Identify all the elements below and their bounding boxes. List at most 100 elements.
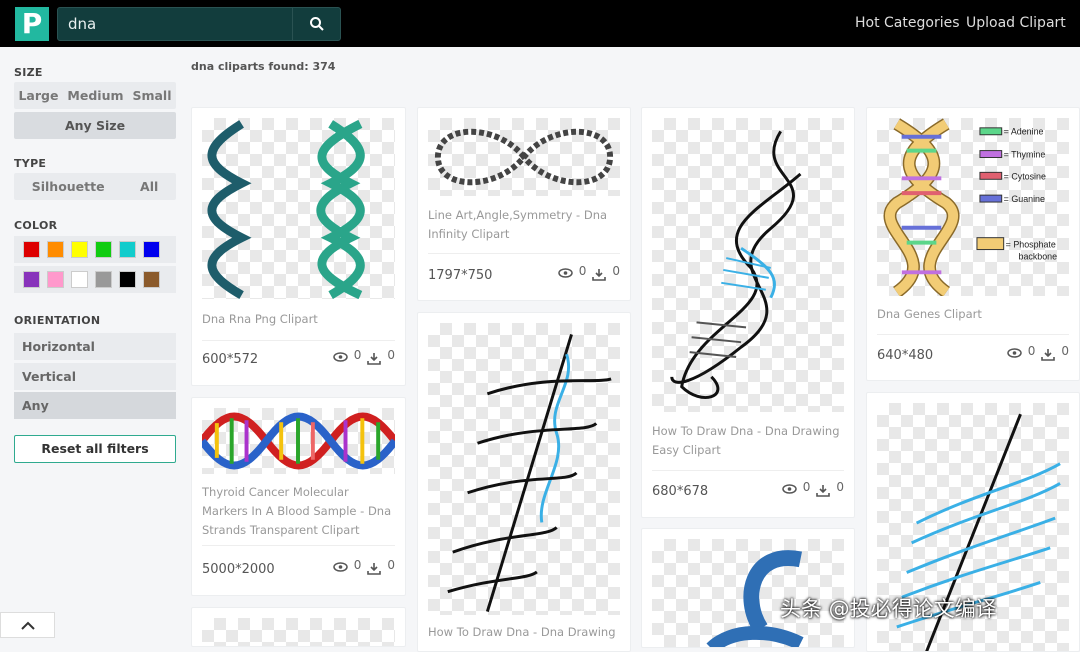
clipart-card[interactable]: Thyroid Cancer Molecular Markers In A Bl… bbox=[191, 397, 406, 596]
color-swatch[interactable] bbox=[143, 271, 160, 288]
color-swatch[interactable] bbox=[23, 241, 40, 258]
search-box bbox=[57, 7, 341, 41]
clipart-meta: 600*572 0 0 bbox=[202, 348, 395, 367]
clipart-card[interactable] bbox=[641, 528, 855, 648]
clipart-title[interactable]: Dna Rna Png Clipart bbox=[202, 310, 395, 329]
color-label: COLOR bbox=[14, 219, 58, 232]
clipart-title[interactable]: Dna Genes Clipart bbox=[877, 305, 1069, 324]
eye-icon bbox=[781, 484, 797, 494]
download-icon[interactable] bbox=[367, 352, 382, 365]
clipart-dimensions: 680*678 bbox=[652, 484, 709, 499]
search-button[interactable] bbox=[292, 8, 340, 40]
view-count: 0 bbox=[802, 480, 811, 494]
chevron-up-icon bbox=[20, 621, 35, 630]
color-swatch[interactable] bbox=[119, 241, 136, 258]
download-icon[interactable] bbox=[367, 562, 382, 575]
type-label: TYPE bbox=[14, 157, 47, 170]
orientation-any[interactable]: Any bbox=[14, 392, 176, 419]
view-count: 0 bbox=[1027, 344, 1036, 358]
clipart-dimensions: 5000*2000 bbox=[202, 562, 275, 577]
scroll-up-button[interactable] bbox=[0, 612, 55, 638]
size-options: Large Medium Small bbox=[14, 82, 176, 109]
color-row-2 bbox=[14, 266, 176, 293]
legend-backbone: backbone bbox=[1019, 251, 1058, 261]
size-any[interactable]: Any Size bbox=[14, 112, 176, 139]
watermark: 头条 @投必得论文编译 bbox=[780, 597, 997, 621]
search-icon bbox=[309, 17, 324, 31]
view-count: 0 bbox=[353, 348, 362, 362]
nav-upload-clipart[interactable]: Upload Clipart bbox=[966, 15, 1066, 31]
legend-phosphate: = Phosphate bbox=[1006, 240, 1056, 250]
type-options: Silhouette All bbox=[14, 173, 176, 200]
clipart-image[interactable]: = Adenine = Thymine = Cytosine = Guanine = P… bbox=[877, 118, 1069, 298]
clipart-card[interactable] bbox=[191, 607, 406, 647]
download-count: 0 bbox=[1061, 344, 1069, 358]
site-logo[interactable]: P bbox=[15, 7, 49, 41]
clipart-meta: 640*480 0 0 bbox=[877, 344, 1069, 363]
color-swatch[interactable] bbox=[95, 271, 112, 288]
eye-icon bbox=[557, 268, 573, 278]
clipart-dimensions: 1797*750 bbox=[428, 268, 493, 283]
clipart-title[interactable]: How To Draw Dna - Dna Drawing bbox=[428, 623, 620, 642]
clipart-title[interactable]: How To Draw Dna - Dna Drawing Easy Clipa… bbox=[652, 422, 844, 460]
clipart-meta: 1797*750 0 0 bbox=[428, 264, 620, 283]
type-silhouette[interactable]: Silhouette bbox=[32, 179, 105, 194]
size-medium[interactable]: Medium bbox=[67, 88, 123, 103]
download-icon[interactable] bbox=[816, 484, 831, 497]
download-count: 0 bbox=[836, 480, 844, 494]
download-icon[interactable] bbox=[592, 268, 607, 281]
reset-filters-button[interactable]: Reset all filters bbox=[14, 435, 176, 463]
size-small[interactable]: Small bbox=[132, 88, 171, 103]
clipart-card[interactable]: How To Draw Dna - Dna Drawing Easy Clipa… bbox=[641, 107, 855, 518]
color-swatch[interactable] bbox=[47, 241, 64, 258]
filter-sidebar: SIZE Large Medium Small Any Size TYPE Si… bbox=[0, 47, 190, 638]
clipart-card[interactable]: How To Draw Dna - Dna Drawing bbox=[417, 312, 631, 652]
clipart-title[interactable]: Thyroid Cancer Molecular Markers In A Bl… bbox=[202, 483, 395, 540]
nav-hot-categories[interactable]: Hot Categories bbox=[855, 15, 960, 31]
clipart-meta: 5000*2000 0 0 bbox=[202, 558, 395, 577]
color-row-1 bbox=[14, 236, 176, 263]
clipart-image[interactable] bbox=[198, 408, 399, 474]
view-count: 0 bbox=[578, 264, 587, 278]
clipart-dimensions: 600*572 bbox=[202, 352, 259, 367]
clipart-meta: 680*678 0 0 bbox=[652, 480, 844, 499]
eye-icon bbox=[332, 562, 348, 572]
legend-thymine: = Thymine bbox=[1004, 150, 1046, 160]
type-all[interactable]: All bbox=[140, 179, 158, 194]
clipart-dimensions: 640*480 bbox=[877, 348, 934, 363]
size-label: SIZE bbox=[14, 66, 43, 79]
clipart-title[interactable]: Line Art,Angle,Symmetry - Dna Infinity C… bbox=[428, 206, 620, 244]
legend-guanine: = Guanine bbox=[1004, 194, 1045, 204]
color-swatch[interactable] bbox=[47, 271, 64, 288]
eye-icon bbox=[332, 352, 348, 362]
download-count: 0 bbox=[612, 264, 620, 278]
orientation-label: ORIENTATION bbox=[14, 314, 101, 327]
download-count: 0 bbox=[387, 348, 395, 362]
top-bar: P Hot Categories Upload Clipart bbox=[0, 0, 1080, 47]
search-input[interactable] bbox=[58, 8, 293, 40]
clipart-card[interactable]: = Adenine = Thymine = Cytosine = Guanine = P… bbox=[866, 107, 1080, 381]
legend-cytosine: = Cytosine bbox=[1004, 171, 1046, 181]
color-swatch[interactable] bbox=[71, 241, 88, 258]
clipart-card[interactable]: Dna Rna Png Clipart 600*572 0 0 bbox=[191, 107, 406, 386]
eye-icon bbox=[1006, 348, 1022, 358]
clipart-card[interactable]: Line Art,Angle,Symmetry - Dna Infinity C… bbox=[417, 107, 631, 301]
clipart-image[interactable] bbox=[428, 118, 620, 196]
clipart-image[interactable] bbox=[428, 323, 620, 615]
orientation-vertical[interactable]: Vertical bbox=[14, 363, 176, 390]
orientation-horizontal[interactable]: Horizontal bbox=[14, 333, 176, 360]
color-swatch[interactable] bbox=[119, 271, 136, 288]
size-large[interactable]: Large bbox=[18, 88, 58, 103]
results-count: dna cliparts found: 374 bbox=[191, 60, 336, 73]
download-count: 0 bbox=[387, 558, 395, 572]
legend-adenine: = Adenine bbox=[1004, 127, 1044, 137]
color-swatch[interactable] bbox=[143, 241, 160, 258]
download-icon[interactable] bbox=[1041, 348, 1056, 361]
clipart-image[interactable] bbox=[652, 118, 844, 412]
view-count: 0 bbox=[353, 558, 362, 572]
clipart-image[interactable] bbox=[202, 118, 395, 300]
color-swatch[interactable] bbox=[23, 271, 40, 288]
clipart-image[interactable] bbox=[202, 618, 395, 646]
color-swatch[interactable] bbox=[95, 241, 112, 258]
color-swatch[interactable] bbox=[71, 271, 88, 288]
